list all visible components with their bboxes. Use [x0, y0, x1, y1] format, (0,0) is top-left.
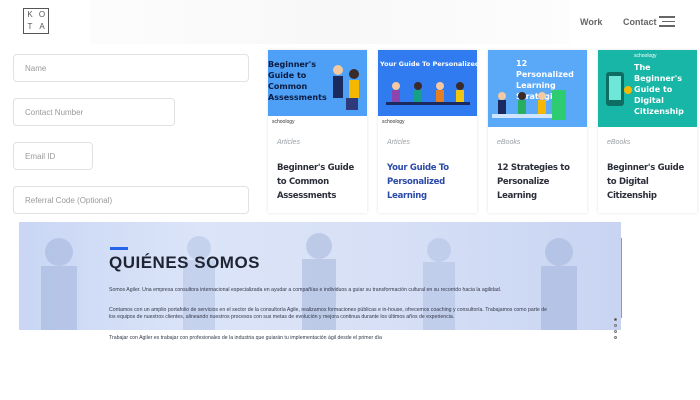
resource-card[interactable]: The Beginner's Guide to Digital Citizens… — [598, 50, 697, 213]
name-field[interactable] — [13, 54, 249, 82]
logo-letter: K — [27, 10, 33, 19]
resource-card[interactable]: Your Guide To Personalized Learning scho… — [378, 50, 477, 213]
contact-number-field[interactable] — [13, 98, 175, 126]
header-background-image — [90, 0, 570, 44]
brand-label: schoology — [634, 53, 657, 59]
about-us-title: QUIÉNES SOMOS — [109, 253, 261, 272]
banner-divider — [621, 238, 622, 318]
card-thumbnail: Beginner's Guide to Common Assessments s… — [268, 50, 367, 127]
card-category: eBooks — [607, 139, 631, 146]
illustration-phone-icon — [606, 72, 632, 106]
referral-code-field[interactable] — [13, 186, 249, 214]
card-category: Articles — [387, 139, 410, 146]
title-accent-bar — [110, 247, 128, 250]
logo-letter: T — [27, 22, 33, 31]
name-input[interactable] — [23, 62, 248, 74]
brand-label: schoology — [382, 119, 405, 125]
logo-letter: O — [38, 10, 46, 19]
resource-card[interactable]: Beginner's Guide to Common Assessments s… — [268, 50, 367, 213]
illustration-students-icon — [492, 90, 566, 120]
card-title[interactable]: 12 Strategies to Personalize Learning — [497, 161, 581, 203]
logo-letter: A — [39, 22, 45, 31]
card-title[interactable]: Beginner's Guide to Digital Citizenship — [607, 161, 691, 203]
nav-work-link[interactable]: Work — [580, 17, 602, 27]
about-us-paragraph: Contamos con un amplio portafolio de ser… — [109, 307, 547, 320]
card-thumbnail: 12 Personalized Learning Strategies — [488, 50, 587, 127]
carousel-dot[interactable] — [614, 330, 617, 333]
email-input[interactable] — [23, 150, 92, 162]
card-category: Articles — [277, 139, 300, 146]
brand-label: schoology — [272, 119, 295, 125]
carousel-dot[interactable] — [614, 324, 617, 327]
card-title[interactable]: Your Guide To Personalized Learning — [387, 161, 471, 203]
carousel-dot[interactable] — [614, 318, 617, 321]
about-us-paragraph: Trabajar con Agiler es trabajar con prof… — [109, 335, 382, 341]
about-us-banner: QUIÉNES SOMOS Somos Agiler. Una empresa … — [19, 222, 621, 330]
email-field[interactable] — [13, 142, 93, 170]
illustration-classroom-icon — [386, 82, 470, 105]
card-category: eBooks — [497, 139, 521, 146]
nav-contact-link[interactable]: Contact — [623, 17, 657, 27]
resource-card[interactable]: 12 Personalized Learning Strategies eBoo… — [488, 50, 587, 213]
about-us-paragraph: Somos Agiler. Una empresa consultora int… — [109, 287, 502, 293]
referral-code-input[interactable] — [23, 194, 248, 206]
card-thumbnail: The Beginner's Guide to Digital Citizens… — [598, 50, 697, 127]
carousel-dot[interactable] — [614, 336, 617, 339]
carousel-indicators — [614, 318, 619, 342]
thumbnail-title: Your Guide To Personalized Learning — [380, 60, 477, 68]
card-thumbnail: Your Guide To Personalized Learning scho… — [378, 50, 477, 127]
kota-logo[interactable]: K O T A — [23, 8, 49, 34]
thumbnail-title: The Beginner's Guide to Digital Citizens… — [634, 63, 684, 116]
card-title[interactable]: Beginner's Guide to Common Assessments — [277, 161, 361, 203]
menu-icon[interactable] — [659, 16, 675, 28]
illustration-people-icon — [333, 65, 359, 110]
contact-number-input[interactable] — [23, 106, 174, 118]
